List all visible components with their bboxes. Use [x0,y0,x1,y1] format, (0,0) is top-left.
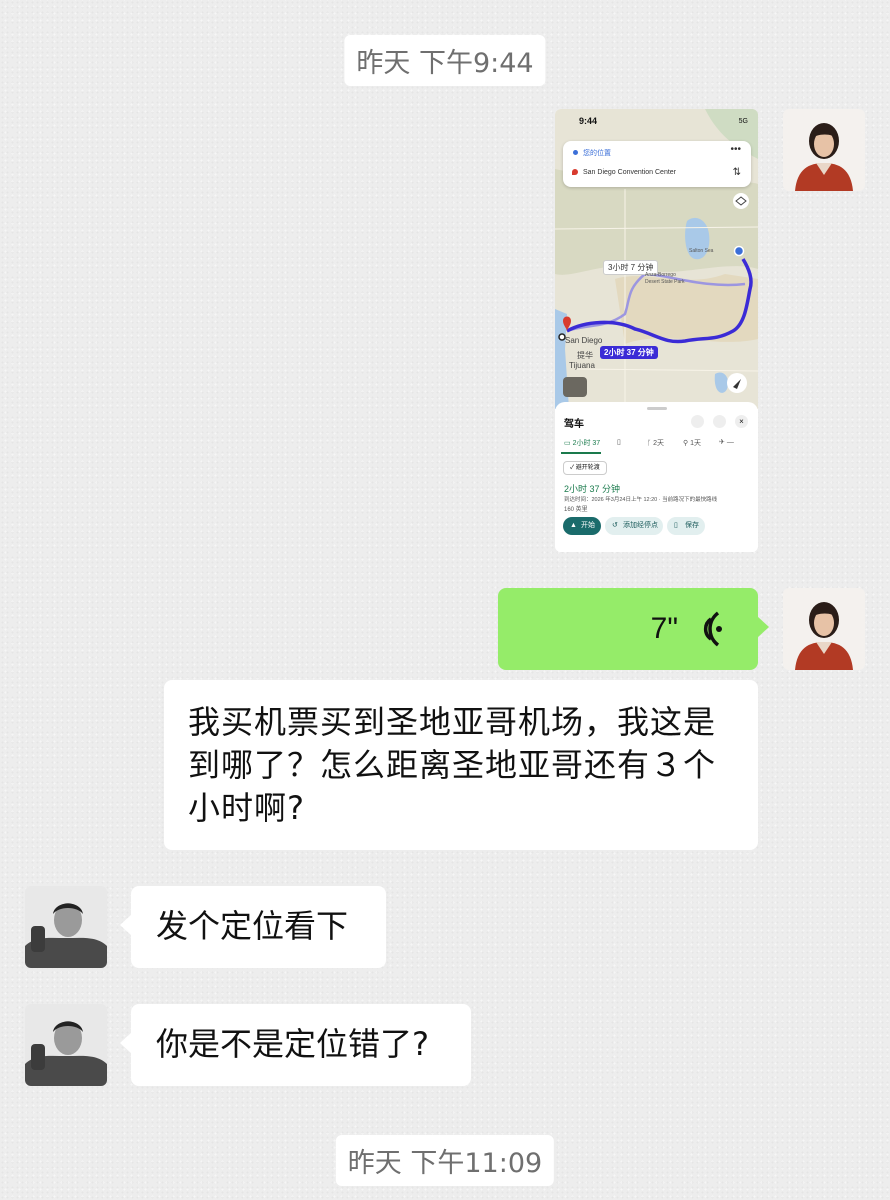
reply-text: 你是不是定位错了? [156,1025,429,1063]
more-icon[interactable]: ••• [730,144,741,155]
tab-flight-label: — [726,439,734,446]
tab-bike[interactable]: ⚲ 1天 [683,438,701,448]
route-distance: 160 英里 [564,507,588,513]
place-salton-sea: Salton Sea [689,248,714,254]
route-duration: 2小时 37 分钟 [564,484,621,494]
mode-title: 驾车 [564,419,584,430]
place-tijuana: Tijuana [569,361,595,370]
main-route-label[interactable]: 2小时 37 分钟 [600,346,658,359]
panel-filter-icon[interactable] [691,415,704,428]
timestamp-bottom: 昨天 下午11:09 [335,1135,555,1186]
save-button[interactable]: ▯ 保存 [667,517,705,535]
swap-icon[interactable]: ⇅ [733,167,741,178]
origin-field[interactable]: 您的位置 [583,148,611,158]
tab-walk-label: 2天 [653,440,665,447]
route-eta: 到达时间：2026 年3月24日上午 12:20 · 当前路况下的最快路线 [564,497,718,503]
avoid-ferry-label: 避开轮渡 [575,465,600,471]
bike-icon: ⚲ [683,440,689,447]
reply-message-bubble[interactable]: 你是不是定位错了? [120,1004,471,1086]
user-avatar[interactable] [783,588,865,670]
save-label: 保存 [685,522,699,529]
check-icon: ✓ [570,465,575,471]
place-anza: Anza-Borrego Desert State Park [645,272,685,285]
reply-message-bubble[interactable]: 发个定位看下 [120,886,386,968]
place-san-diego: San Diego [565,336,603,345]
tab-flight[interactable]: ✈ — [719,438,734,446]
plane-icon: ✈ [719,439,725,446]
tab-walk[interactable]: ᚴ 2天 [647,438,664,448]
walk-icon: ᚴ [647,440,652,447]
voice-duration: 7" [650,612,678,645]
train-icon: ▯ [617,439,621,446]
tab-transit[interactable]: ▯ [617,438,621,446]
avoid-ferry-chip[interactable]: ✓ 避开轮渡 [563,461,607,475]
tab-drive[interactable]: ▭ 2小时 37 [564,438,600,448]
destination-field[interactable]: San Diego Convention Center [583,169,676,176]
status-time: 9:44 [579,116,598,126]
timestamp-top: 昨天 下午9:44 [344,35,546,86]
add-stop-icon: ↺ [612,522,618,529]
voice-wave-icon [703,611,722,647]
bookmark-icon: ▯ [674,522,678,529]
start-button-label: 开始 [581,522,595,529]
drag-handle[interactable] [647,407,667,410]
start-button[interactable]: ▲ 开始 [563,517,601,535]
add-stop-label: 添加经停点 [623,522,658,529]
origin-dot-icon [573,150,578,155]
add-stop-button[interactable]: ↺ 添加经停点 [605,517,663,535]
destination-pin-icon [572,169,578,175]
share-icon[interactable] [713,415,726,428]
voice-message-bubble[interactable]: 7" [498,588,769,670]
map-screenshot[interactable]: 9:44 5G 您的位置 ••• San Diego Convention Ce… [555,109,758,552]
contact-avatar[interactable] [25,1004,107,1086]
status-signal: 5G [738,118,748,125]
question-text: 我买机票买到圣地亚哥机场，我这是到哪了？怎么距离圣地亚哥还有３个小时啊? [188,703,717,827]
directions-panel: 驾车 × ▭ 2小时 37 ▯ ᚴ 2天 ⚲ 1天 ✈ — ✓ 避开轮渡 2小时… [555,402,758,552]
reply-text: 发个定位看下 [156,907,349,945]
navigate-icon: ▲ [570,522,577,529]
tab-bike-label: 1天 [690,440,701,447]
question-message-bubble[interactable]: 我买机票买到圣地亚哥机场，我这是到哪了？怎么距离圣地亚哥还有３个小时啊? [164,680,758,850]
tab-drive-label: 2小时 37 [572,440,601,447]
contact-avatar[interactable] [25,886,107,968]
car-icon: ▭ [564,440,571,447]
tab-drive-underline [561,452,601,454]
user-avatar[interactable] [783,109,865,191]
route-card[interactable]: 您的位置 ••• San Diego Convention Center ⇅ [563,141,751,187]
close-icon[interactable]: × [735,415,748,428]
